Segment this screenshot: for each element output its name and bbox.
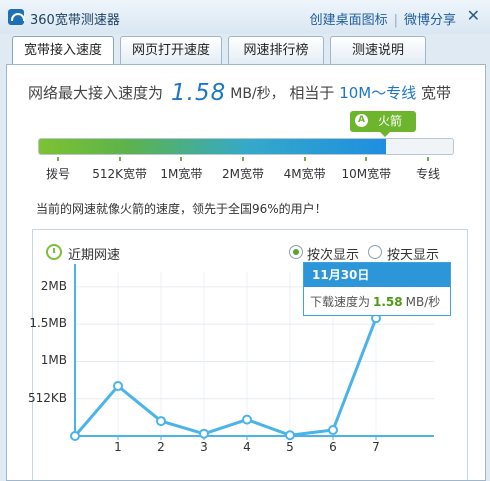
- data-point: [156, 416, 166, 427]
- x-tick-label: 2: [157, 440, 165, 454]
- tooltip-date: 11月30日: [304, 263, 450, 287]
- y-tick-label: 512KB: [27, 390, 67, 405]
- tooltip-unit: MB/秒: [405, 295, 441, 309]
- x-tick-label: 6: [329, 440, 337, 454]
- x-tick-label: 5: [286, 440, 294, 454]
- y-tick-label: 2MB: [40, 278, 67, 293]
- x-tick-label: 7: [372, 440, 380, 454]
- tooltip-label: 下载速度为: [310, 295, 371, 309]
- y-tick-label: 1MB: [40, 353, 67, 368]
- speed-series-line: [73, 317, 378, 437]
- data-point: [113, 381, 123, 392]
- data-point: [285, 430, 295, 441]
- data-point: [199, 428, 209, 439]
- data-point: [242, 414, 252, 425]
- tooltip-body: 下载速度为 1.58 MB/秒: [310, 293, 440, 310]
- data-point: [70, 431, 80, 441]
- line-chart-svg: [70, 264, 434, 441]
- speed-tooltip: 11月30日 下载速度为 1.58 MB/秒: [303, 262, 451, 316]
- y-tick-label: 1.5MB: [29, 316, 67, 331]
- data-point: [328, 425, 338, 436]
- x-tick-label: 1: [114, 440, 122, 454]
- tooltip-value: 1.58: [373, 295, 403, 309]
- x-tick-label: 3: [200, 440, 208, 454]
- x-tick-label: 4: [243, 440, 251, 454]
